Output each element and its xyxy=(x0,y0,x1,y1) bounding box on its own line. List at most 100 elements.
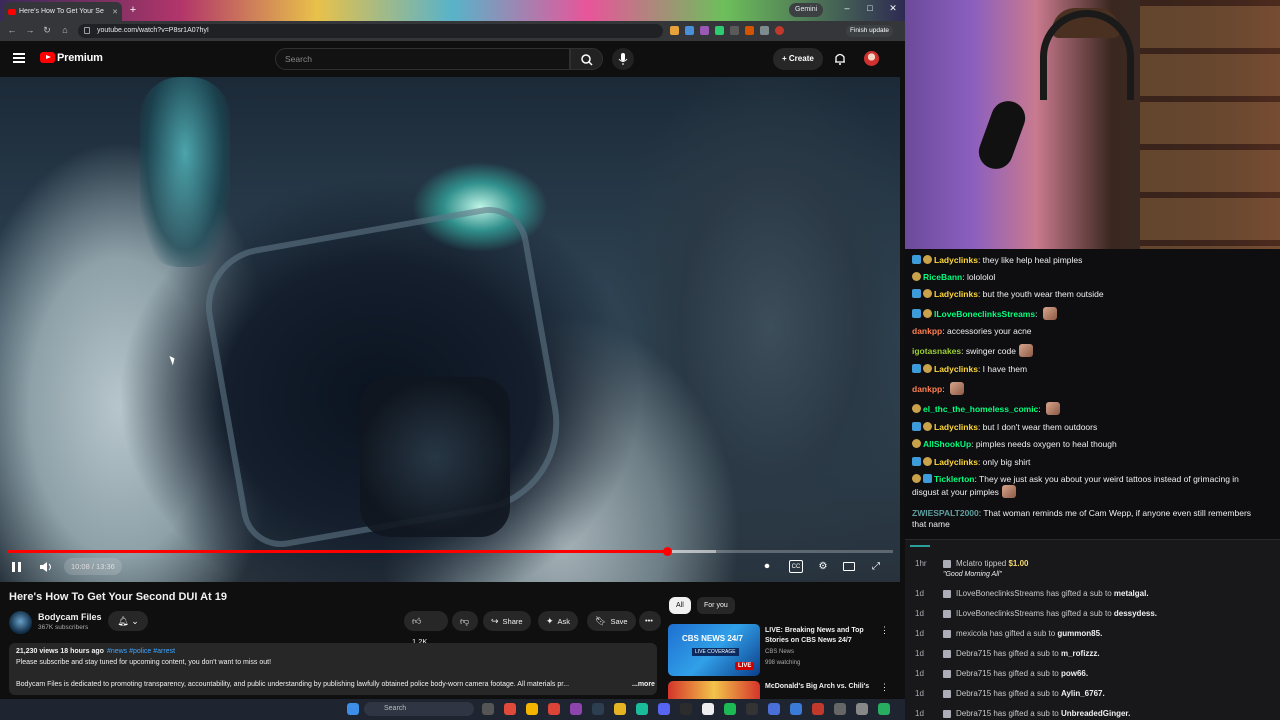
share-button[interactable]: ↪ Share xyxy=(483,611,531,631)
chat-username[interactable]: Ladyclinks xyxy=(934,422,978,432)
notifications-bell-icon[interactable] xyxy=(833,51,847,65)
recommendation-menu-icon[interactable]: ⋮ xyxy=(880,625,889,636)
more-actions-icon[interactable]: ••• xyxy=(639,611,661,631)
sub-badge-icon[interactable] xyxy=(923,309,932,318)
channel-avatar[interactable] xyxy=(9,611,32,634)
start-icon[interactable] xyxy=(347,703,359,715)
sub-badge-icon[interactable] xyxy=(912,404,921,413)
autoplay-toggle-icon[interactable]: ⏺ xyxy=(760,560,774,573)
extension-icon[interactable] xyxy=(745,26,754,35)
tab-close-icon[interactable]: ✕ xyxy=(112,8,118,16)
progress-bar[interactable] xyxy=(8,547,893,556)
taskbar-app-icon[interactable] xyxy=(856,703,868,715)
settings-gear-icon[interactable]: ⚙ xyxy=(816,560,830,573)
recommendation-menu-icon[interactable]: ⋮ xyxy=(880,682,889,693)
captions-icon[interactable]: CC xyxy=(789,560,803,573)
filter-chip-all[interactable]: All xyxy=(669,597,691,614)
sub-badge-icon[interactable] xyxy=(923,422,932,431)
extensions-puzzle-icon[interactable] xyxy=(760,26,769,35)
prime-badge-icon[interactable] xyxy=(912,309,921,318)
create-button[interactable]: + Create xyxy=(773,48,823,70)
taskbar-app-icon[interactable] xyxy=(746,703,758,715)
sub-badge-icon[interactable] xyxy=(912,272,921,281)
chat-username[interactable]: AllShookUp xyxy=(923,439,971,449)
chat-username[interactable]: Ticklerton xyxy=(934,474,974,484)
new-tab-icon[interactable]: + xyxy=(127,4,139,16)
dislike-button[interactable]: 👎︎ xyxy=(452,611,478,631)
taskbar-app-icon[interactable] xyxy=(614,703,626,715)
taskbar-app-icon[interactable] xyxy=(570,703,582,715)
chat-emote-icon[interactable] xyxy=(1046,402,1061,415)
chat-username[interactable]: dankpp xyxy=(912,384,942,394)
forward-icon[interactable]: → xyxy=(24,25,36,35)
taskbar-app-icon[interactable] xyxy=(812,703,824,715)
taskbar-app-icon[interactable] xyxy=(702,703,714,715)
extension-icon[interactable] xyxy=(730,26,739,35)
recommendation-title[interactable]: McDonald's Big Arch vs. Chili's xyxy=(765,682,875,692)
taskbar-app-icon[interactable] xyxy=(724,703,736,715)
chat-username[interactable]: el_thc_the_homeless_comic xyxy=(923,404,1038,414)
chat-username[interactable]: Ladyclinks xyxy=(934,255,978,265)
reload-icon[interactable]: ↻ xyxy=(41,25,53,36)
chat-username[interactable]: Ladyclinks xyxy=(934,289,978,299)
chat-username[interactable]: Ladyclinks xyxy=(934,364,978,374)
taskbar-app-icon[interactable] xyxy=(680,703,692,715)
taskbar-app-icon[interactable] xyxy=(592,703,604,715)
account-avatar[interactable] xyxy=(864,51,879,66)
extension-icon[interactable] xyxy=(670,26,679,35)
prime-badge-icon[interactable] xyxy=(912,289,921,298)
chat-emote-icon[interactable] xyxy=(1042,307,1057,320)
ask-button[interactable]: ✦ Ask xyxy=(538,611,579,631)
prime-badge-icon[interactable] xyxy=(912,255,921,264)
video-player[interactable]: 10:08 / 13:36 ⏺ CC ⚙ ⤢ xyxy=(0,77,900,582)
sub-badge-icon[interactable] xyxy=(923,289,932,298)
chat-username[interactable]: igotasnakes xyxy=(912,346,961,356)
miniplayer-icon[interactable] xyxy=(843,562,855,571)
maximize-icon[interactable]: □ xyxy=(863,3,877,13)
back-icon[interactable]: ← xyxy=(6,25,18,35)
sub-badge-icon[interactable] xyxy=(923,457,932,466)
taskbar-app-icon[interactable] xyxy=(834,703,846,715)
taskbar-app-icon[interactable] xyxy=(636,703,648,715)
menu-icon[interactable] xyxy=(13,53,25,63)
search-button[interactable] xyxy=(570,48,603,70)
sub-badge-icon[interactable] xyxy=(912,439,921,448)
recommendation-channel[interactable]: CBS News xyxy=(765,649,794,655)
taskbar-app-icon[interactable] xyxy=(548,703,560,715)
chat-username[interactable]: dankpp xyxy=(912,326,942,336)
taskbar-app-icon[interactable] xyxy=(768,703,780,715)
address-bar[interactable]: youtube.com/watch?v=P8sr1A07hyI xyxy=(78,24,663,38)
gemini-button[interactable]: Gemini xyxy=(789,3,824,17)
sub-badge-icon[interactable] xyxy=(923,364,932,373)
volume-icon[interactable] xyxy=(38,559,54,575)
chat-emote-icon[interactable] xyxy=(1018,344,1033,357)
profile-icon[interactable] xyxy=(775,26,784,35)
taskbar-app-icon[interactable] xyxy=(526,703,538,715)
home-icon[interactable]: ⌂ xyxy=(59,25,71,35)
subscribed-bell-button[interactable]: 🔔︎ ⌄ xyxy=(108,611,148,631)
recommendation-title[interactable]: LIVE: Breaking News and Top Stories on C… xyxy=(765,626,875,646)
chat-username[interactable]: ILoveBoneclinksStreams xyxy=(934,309,1035,319)
taskbar-app-icon[interactable] xyxy=(658,703,670,715)
minimize-icon[interactable]: – xyxy=(840,3,854,13)
chat-username[interactable]: RiceBann xyxy=(923,272,962,282)
youtube-logo-icon[interactable] xyxy=(40,52,55,63)
taskbar-app-icon[interactable] xyxy=(482,703,494,715)
browser-tab-active[interactable]: Here's How To Get Your Se ✕ xyxy=(4,2,122,21)
youtube-brand[interactable]: Premium xyxy=(57,52,103,64)
taskbar-app-icon[interactable] xyxy=(878,703,890,715)
taskbar-app-icon[interactable] xyxy=(790,703,802,715)
chat-username[interactable]: Ladyclinks xyxy=(934,457,978,467)
prime-badge-icon[interactable] xyxy=(912,364,921,373)
taskbar-search[interactable]: Search xyxy=(364,702,474,716)
prime-badge-icon[interactable] xyxy=(912,457,921,466)
extension-icon[interactable] xyxy=(685,26,694,35)
finish-update-button[interactable]: Finish update xyxy=(846,25,894,37)
close-window-icon[interactable]: ✕ xyxy=(886,3,900,14)
scrubber-handle[interactable] xyxy=(663,547,673,556)
show-more-link[interactable]: ...more xyxy=(632,681,655,688)
save-button[interactable]: 🔖︎ Save xyxy=(587,611,636,631)
chat-emote-icon[interactable] xyxy=(1001,485,1016,498)
chat-emote-icon[interactable] xyxy=(949,382,964,395)
recommendation-thumbnail[interactable] xyxy=(668,681,760,699)
